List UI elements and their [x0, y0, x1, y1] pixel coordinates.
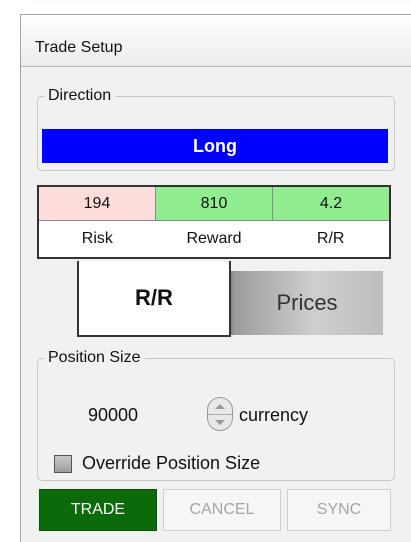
reward-label: Reward — [186, 230, 242, 247]
trade-button[interactable]: TRADE — [39, 489, 157, 531]
tab-prices[interactable]: Prices — [231, 271, 383, 335]
position-size-unit: currency — [239, 405, 309, 425]
direction-group: Direction Long — [37, 87, 395, 171]
override-position-size-label[interactable]: Override Position Size — [82, 453, 260, 474]
direction-indicator[interactable]: Long — [42, 129, 388, 163]
tab-rr[interactable]: R/R — [77, 261, 231, 337]
window-title: Trade Setup — [35, 39, 123, 56]
view-tabs: Prices R/R — [77, 261, 387, 337]
reward-value: 810 — [155, 187, 272, 221]
override-position-size-row[interactable]: Override Position Size — [54, 453, 260, 474]
risk-reward-table: 194 810 4.2 Risk Reward R/R — [37, 185, 391, 259]
title-bar: Trade Setup — [21, 15, 411, 67]
risk-value: 194 — [39, 187, 155, 221]
ratio-value: 4.2 — [272, 187, 389, 221]
override-position-size-checkbox[interactable] — [54, 454, 72, 473]
rr-values-row: 194 810 4.2 — [39, 187, 389, 221]
position-size-stepper[interactable] — [207, 397, 233, 431]
rr-labels-row: Risk Reward R/R — [39, 221, 389, 257]
sync-button[interactable]: SYNC — [287, 489, 391, 531]
position-size-group: Position Size 90000 currency Override Po… — [37, 349, 395, 481]
position-size-value[interactable]: 90000 — [88, 405, 138, 426]
chevron-up-icon[interactable] — [208, 398, 232, 415]
position-size-legend: Position Size — [48, 349, 141, 366]
page: Trade Setup Direction Long 194 810 4.2 R… — [0, 0, 411, 542]
risk-label: Risk — [81, 230, 113, 247]
trade-setup-panel: Trade Setup Direction Long 194 810 4.2 R… — [20, 14, 411, 542]
ratio-label: R/R — [316, 230, 345, 247]
chevron-down-icon[interactable] — [208, 414, 232, 430]
direction-legend: Direction — [48, 87, 112, 104]
cancel-button[interactable]: CANCEL — [163, 489, 281, 531]
